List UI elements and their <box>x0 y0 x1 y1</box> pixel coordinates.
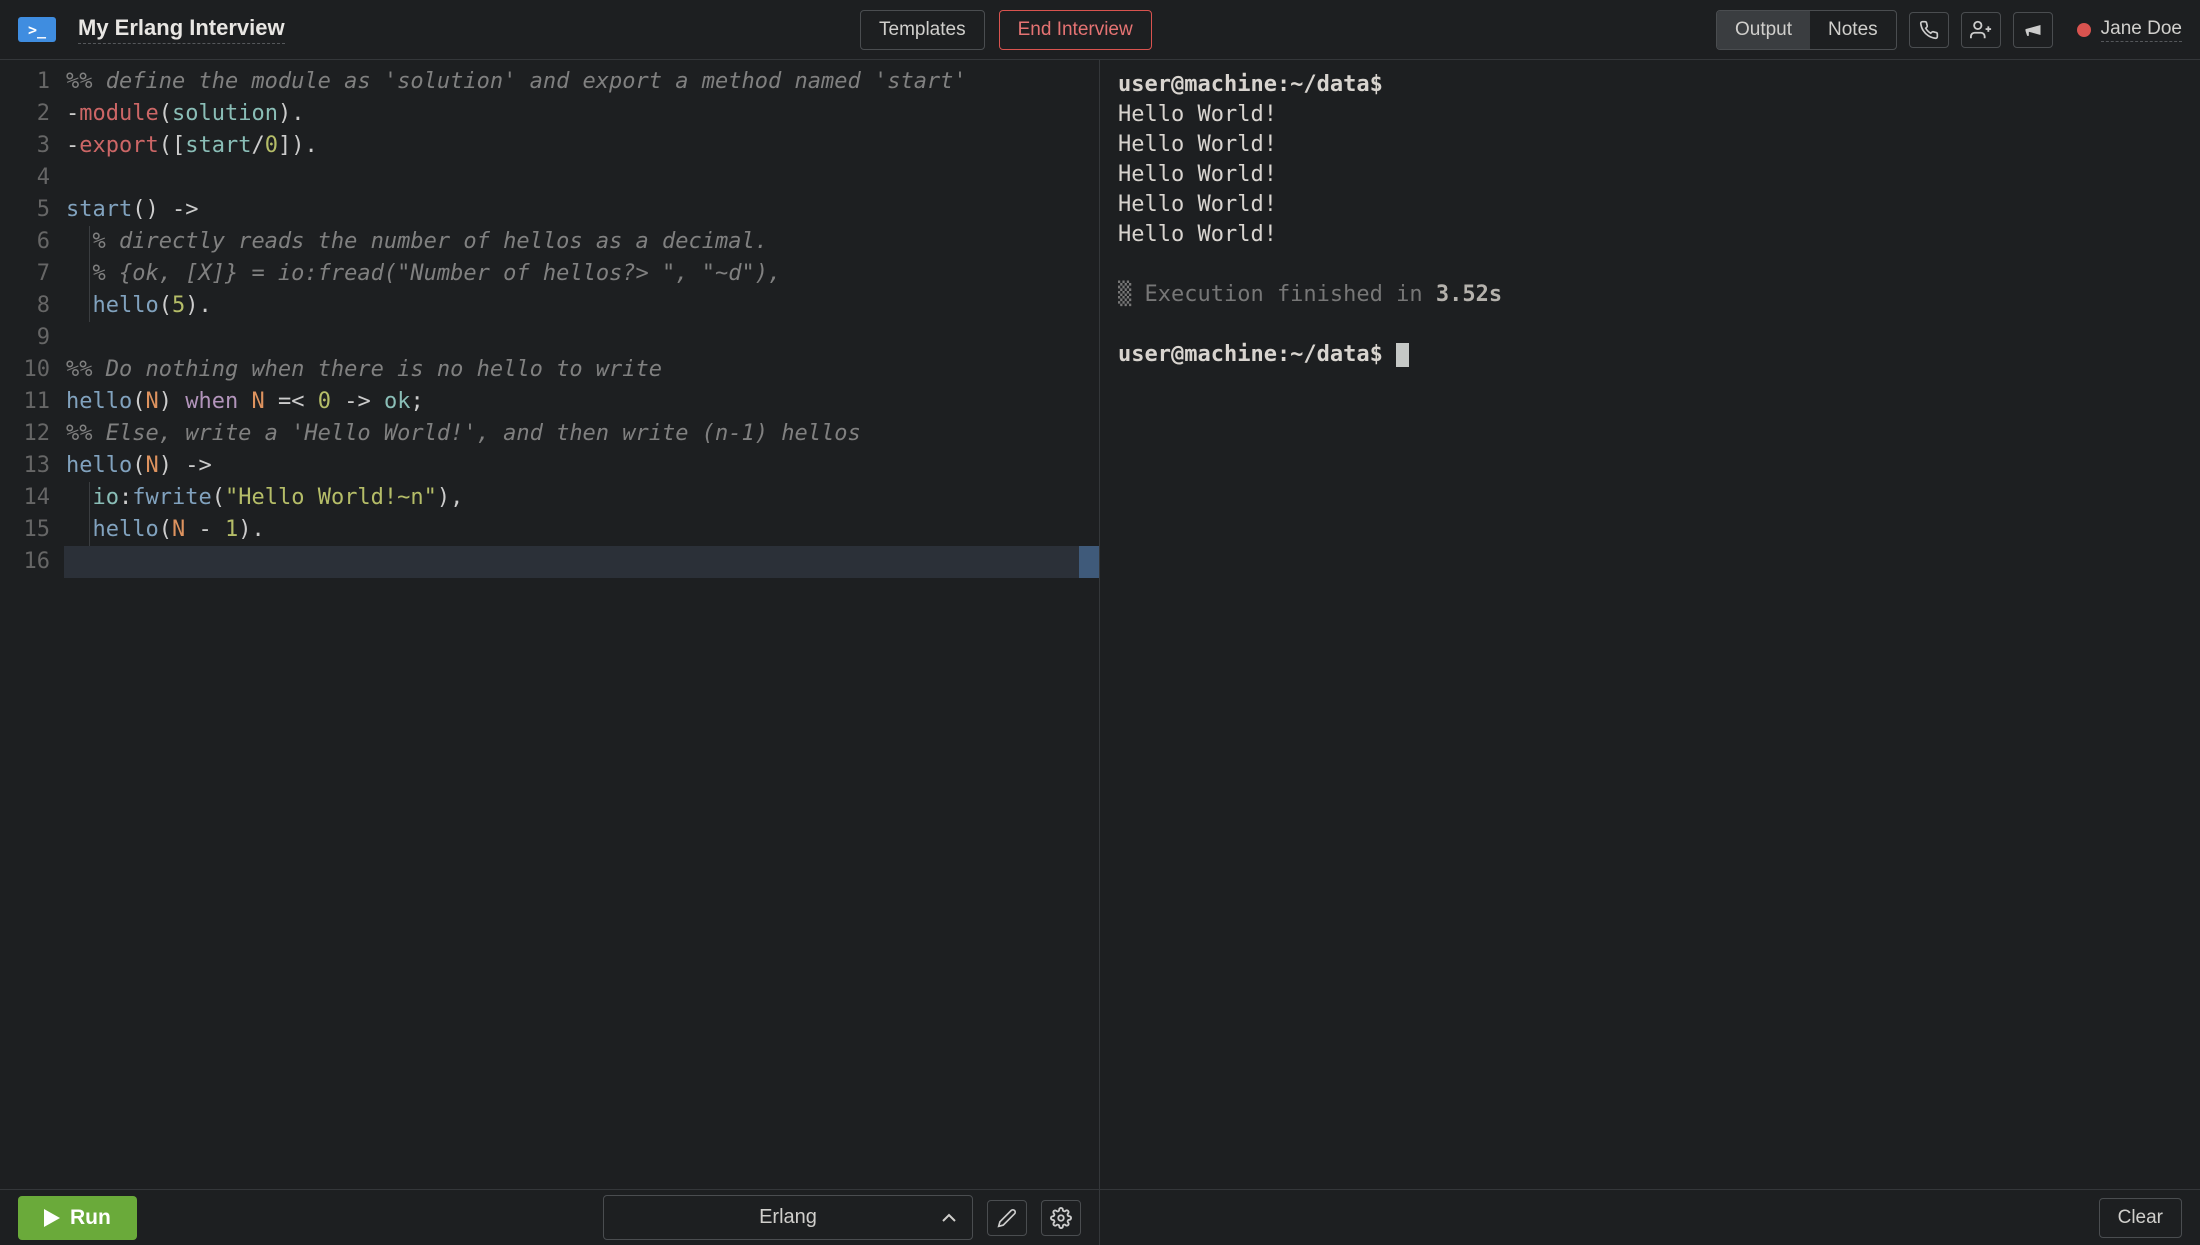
code-line[interactable]: % directly reads the number of hellos as… <box>64 226 1099 258</box>
code-line[interactable]: %% Else, write a 'Hello World!', and the… <box>64 418 1099 450</box>
language-label: Erlang <box>759 1206 817 1229</box>
run-label: Run <box>70 1206 111 1230</box>
line-number: 16 <box>0 546 50 578</box>
code-line[interactable] <box>64 162 1099 194</box>
end-interview-button[interactable]: End Interview <box>999 10 1152 50</box>
topbar-right: Output Notes Jane Doe <box>1716 10 2182 50</box>
status-dot-icon <box>2077 23 2091 37</box>
tab-output[interactable]: Output <box>1717 11 1810 49</box>
user-indicator[interactable]: Jane Doe <box>2077 18 2182 42</box>
line-number: 14 <box>0 482 50 514</box>
line-number: 4 <box>0 162 50 194</box>
play-icon <box>44 1209 60 1227</box>
line-number: 13 <box>0 450 50 482</box>
code-line[interactable]: %% Do nothing when there is no hello to … <box>64 354 1099 386</box>
line-number: 11 <box>0 386 50 418</box>
line-number: 12 <box>0 418 50 450</box>
code-line[interactable]: -module(solution). <box>64 98 1099 130</box>
app-logo[interactable]: >_ <box>18 17 56 42</box>
user-name: Jane Doe <box>2101 18 2182 42</box>
code-line[interactable]: hello(N - 1). <box>64 514 1099 546</box>
line-number: 15 <box>0 514 50 546</box>
topbar-center: Templates End Interview <box>860 10 1152 50</box>
code-line[interactable]: -export([start/0]). <box>64 130 1099 162</box>
code-line[interactable] <box>64 546 1099 578</box>
terminal[interactable]: user@machine:~/data$ Hello World! Hello … <box>1100 60 2200 1189</box>
line-number: 10 <box>0 354 50 386</box>
code-line[interactable]: io:fwrite("Hello World!~n"), <box>64 482 1099 514</box>
call-button[interactable] <box>1909 12 1949 48</box>
output-notes-tabs: Output Notes <box>1716 10 1897 50</box>
code-line[interactable] <box>64 322 1099 354</box>
phone-icon <box>1919 20 1939 40</box>
add-user-icon <box>1970 19 1992 41</box>
line-number: 6 <box>0 226 50 258</box>
output-footer: Clear <box>1100 1189 2200 1245</box>
tab-notes[interactable]: Notes <box>1810 11 1896 49</box>
line-number-gutter: 12345678910111213141516 <box>0 66 64 1189</box>
templates-button[interactable]: Templates <box>860 10 985 50</box>
language-select[interactable]: Erlang <box>603 1195 973 1240</box>
code-line[interactable]: % {ok, [X]} = io:fread("Number of hellos… <box>64 258 1099 290</box>
line-number: 9 <box>0 322 50 354</box>
line-number: 2 <box>0 98 50 130</box>
main: 12345678910111213141516 %% define the mo… <box>0 60 2200 1245</box>
output-pane: user@machine:~/data$ Hello World! Hello … <box>1100 60 2200 1245</box>
gear-icon <box>1050 1207 1072 1229</box>
line-number: 7 <box>0 258 50 290</box>
code-line[interactable]: hello(N) -> <box>64 450 1099 482</box>
line-number: 1 <box>0 66 50 98</box>
topbar: >_ My Erlang Interview Templates End Int… <box>0 0 2200 60</box>
run-button[interactable]: Run <box>18 1196 137 1240</box>
code-editor[interactable]: 12345678910111213141516 %% define the mo… <box>0 60 1099 1189</box>
chevron-up-icon <box>942 1206 956 1229</box>
settings-button[interactable] <box>1041 1200 1081 1236</box>
interview-title[interactable]: My Erlang Interview <box>78 15 285 44</box>
code-line[interactable]: %% define the module as 'solution' and e… <box>64 66 1099 98</box>
code-line[interactable]: start() -> <box>64 194 1099 226</box>
clear-button[interactable]: Clear <box>2099 1198 2182 1238</box>
edit-button[interactable] <box>987 1200 1027 1236</box>
add-user-button[interactable] <box>1961 12 2001 48</box>
topbar-left: >_ My Erlang Interview <box>18 15 285 44</box>
code-area[interactable]: %% define the module as 'solution' and e… <box>64 66 1099 1189</box>
megaphone-icon <box>2023 20 2043 40</box>
announce-button[interactable] <box>2013 12 2053 48</box>
code-line[interactable]: hello(N) when N =< 0 -> ok; <box>64 386 1099 418</box>
pencil-icon <box>997 1208 1017 1228</box>
line-number: 3 <box>0 130 50 162</box>
code-line[interactable]: hello(5). <box>64 290 1099 322</box>
line-number: 8 <box>0 290 50 322</box>
line-number: 5 <box>0 194 50 226</box>
editor-pane: 12345678910111213141516 %% define the mo… <box>0 60 1100 1245</box>
editor-footer: Run Erlang <box>0 1189 1099 1245</box>
